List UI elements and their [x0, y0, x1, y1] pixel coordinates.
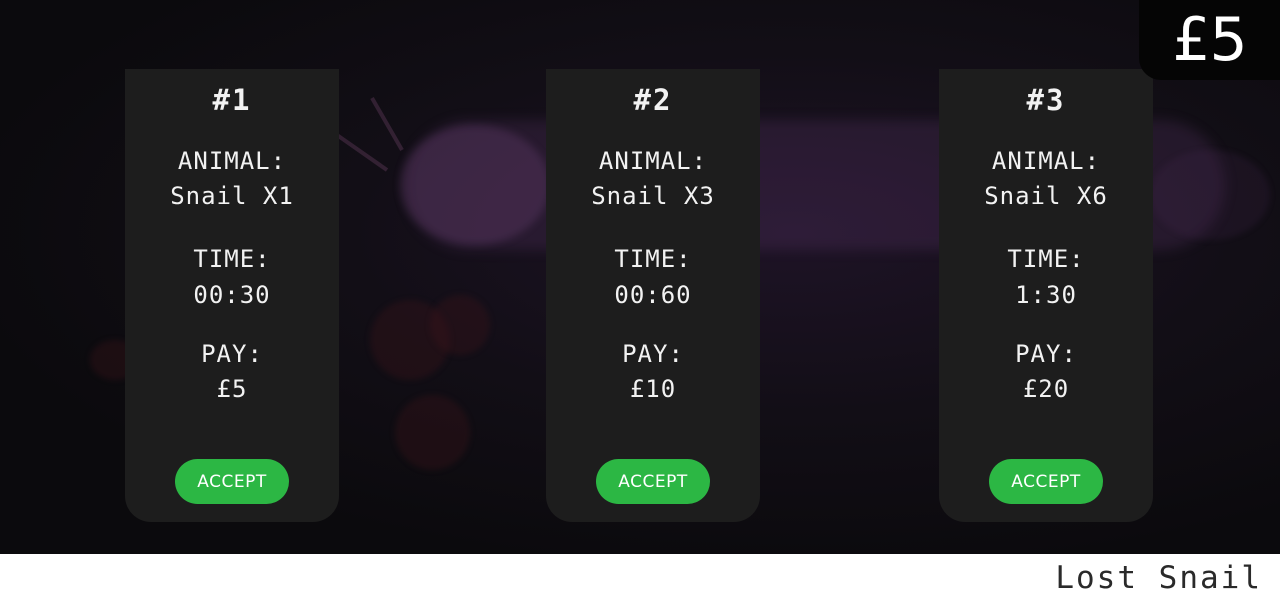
game-canvas: #1 ANIMAL: Snail X1 TIME: 00:30 PAY: £5 …: [0, 0, 1280, 554]
background-decoration: [395, 395, 470, 470]
contract-number: #3: [1026, 83, 1066, 117]
animal-label: ANIMAL:: [598, 147, 708, 175]
animal-value: Snail X6: [984, 182, 1108, 210]
background-decoration: [430, 295, 490, 355]
contract-card-2: #2 ANIMAL: Snail X3 TIME: 00:60 PAY: £10…: [546, 69, 760, 522]
contract-number: #2: [633, 83, 673, 117]
footer-bar: Lost Snail: [0, 554, 1280, 601]
game-title: Lost Snail: [1055, 560, 1262, 596]
animal-value: Snail X3: [591, 182, 715, 210]
contract-card-1: #1 ANIMAL: Snail X1 TIME: 00:30 PAY: £5 …: [125, 69, 339, 522]
contract-card-3: #3 ANIMAL: Snail X6 TIME: 1:30 PAY: £20 …: [939, 69, 1153, 522]
time-value: 00:60: [614, 281, 692, 309]
animal-label: ANIMAL:: [991, 147, 1101, 175]
accept-button-3[interactable]: ACCEPT: [989, 459, 1103, 504]
background-antenna: [370, 97, 404, 151]
background-antenna: [336, 133, 389, 172]
background-decoration: [1150, 150, 1270, 240]
accept-button-2[interactable]: ACCEPT: [596, 459, 710, 504]
time-value: 00:30: [193, 281, 271, 309]
time-label: TIME:: [614, 245, 692, 273]
animal-label: ANIMAL:: [177, 147, 287, 175]
pay-value: £20: [1022, 375, 1070, 403]
time-value: 1:30: [1015, 281, 1077, 309]
accept-button-1[interactable]: ACCEPT: [175, 459, 289, 504]
pay-label: PAY:: [1015, 340, 1077, 368]
pay-value: £10: [629, 375, 677, 403]
time-label: TIME:: [193, 245, 271, 273]
pay-label: PAY:: [201, 340, 263, 368]
contract-number: #1: [212, 83, 252, 117]
time-label: TIME:: [1007, 245, 1085, 273]
pay-value: £5: [216, 375, 248, 403]
balance-display: £5: [1139, 0, 1280, 80]
animal-value: Snail X1: [170, 182, 294, 210]
background-snail-shell: [400, 125, 550, 245]
pay-label: PAY:: [622, 340, 684, 368]
